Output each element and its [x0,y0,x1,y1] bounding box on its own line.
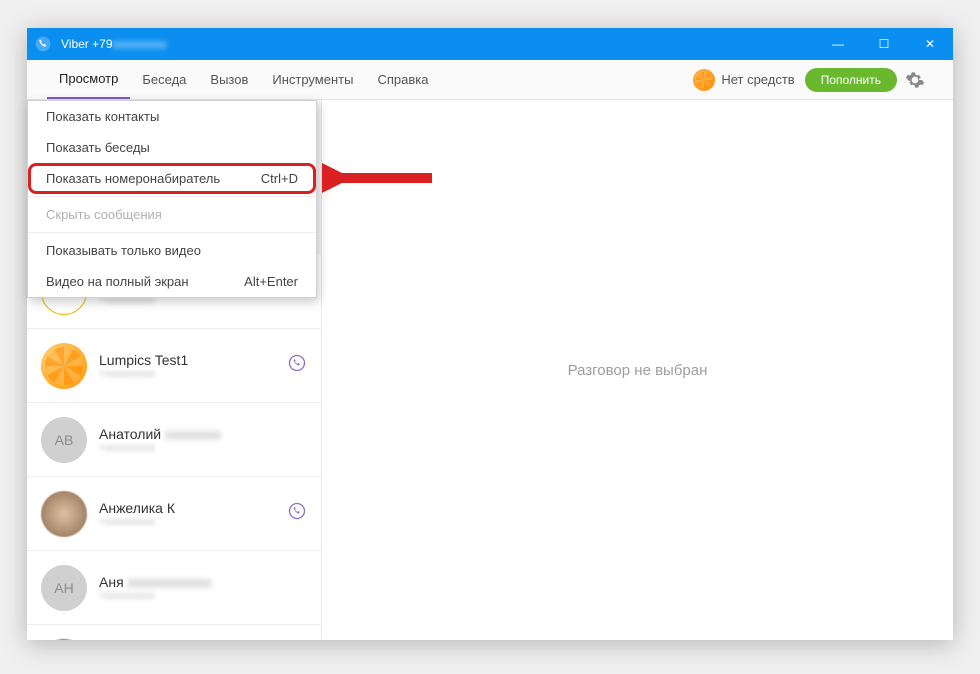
dd-hide-messages: Скрыть сообщения [28,199,316,230]
contact-subtext: +xxxxxxxxx [99,442,307,454]
contact-info: Аня xxxxxxxxxxxx +xxxxxxxxx [99,574,307,602]
credit-orange-icon [693,69,715,91]
avatar [41,343,87,389]
menubar: Просмотр Беседа Вызов Инструменты Справк… [27,60,953,100]
contact-subtext: +xxxxxxxxx [99,590,307,602]
avatar [41,491,87,537]
viber-badge-icon [287,353,307,378]
contact-row[interactable]: Вадим С +xxxxxxxxx [27,625,321,640]
contact-name: Lumpics Test1 [99,352,275,368]
menu-call[interactable]: Вызов [198,60,260,99]
viber-badge-icon [287,501,307,526]
avatar: АВ [41,417,87,463]
viber-logo-icon [27,36,59,52]
maximize-button[interactable]: ☐ [861,28,907,60]
minimize-button[interactable]: — [815,28,861,60]
avatar: АН [41,565,87,611]
contact-info: Lumpics Test1 +xxxxxxxxx [99,352,275,380]
contact-row[interactable]: Lumpics Test1 +xxxxxxxxx [27,329,321,403]
contact-name: Анжелика К [99,500,275,516]
close-button[interactable]: ✕ [907,28,953,60]
contact-name: Анатолий xxxxxxxx [99,426,307,442]
menu-chat[interactable]: Беседа [130,60,198,99]
contact-row[interactable]: АН Аня xxxxxxxxxxxx +xxxxxxxxx [27,551,321,625]
topup-button[interactable]: Пополнить [805,68,897,92]
window-title: Viber +79xxxxxxxxx [59,37,815,51]
credit-indicator[interactable]: Нет средств [693,69,794,91]
view-dropdown-menu: Показать контакты Показать беседы Показа… [27,100,317,298]
chat-area: Разговор не выбран [322,100,953,640]
dd-show-contacts[interactable]: Показать контакты [28,101,316,132]
menu-tools[interactable]: Инструменты [260,60,365,99]
dd-show-chats[interactable]: Показать беседы [28,132,316,163]
settings-gear-icon[interactable] [897,70,933,90]
chat-empty-text: Разговор не выбран [568,362,708,379]
contact-row[interactable]: Анжелика К +xxxxxxxxx [27,477,321,551]
credit-text: Нет средств [721,72,794,87]
dd-video-fullscreen[interactable]: Видео на полный экранAlt+Enter [28,266,316,297]
dropdown-separator [28,196,316,197]
menu-view[interactable]: Просмотр [47,60,130,99]
avatar [41,639,87,641]
window-controls: — ☐ ✕ [815,28,953,60]
contact-info: Анатолий xxxxxxxx +xxxxxxxxx [99,426,307,454]
contact-subtext: +xxxxxxxxx [99,516,275,528]
titlebar: Viber +79xxxxxxxxx — ☐ ✕ [27,28,953,60]
dropdown-separator [28,232,316,233]
dd-show-dialer[interactable]: Показать номеронабирательCtrl+D [28,163,316,194]
contact-row[interactable]: АВ Анатолий xxxxxxxx +xxxxxxxxx [27,403,321,477]
contact-subtext: +xxxxxxxxx [99,368,275,380]
dd-video-only[interactable]: Показывать только видео [28,235,316,266]
menu-help[interactable]: Справка [365,60,440,99]
contact-name: Аня xxxxxxxxxxxx [99,574,307,590]
contact-info: Анжелика К +xxxxxxxxx [99,500,275,528]
